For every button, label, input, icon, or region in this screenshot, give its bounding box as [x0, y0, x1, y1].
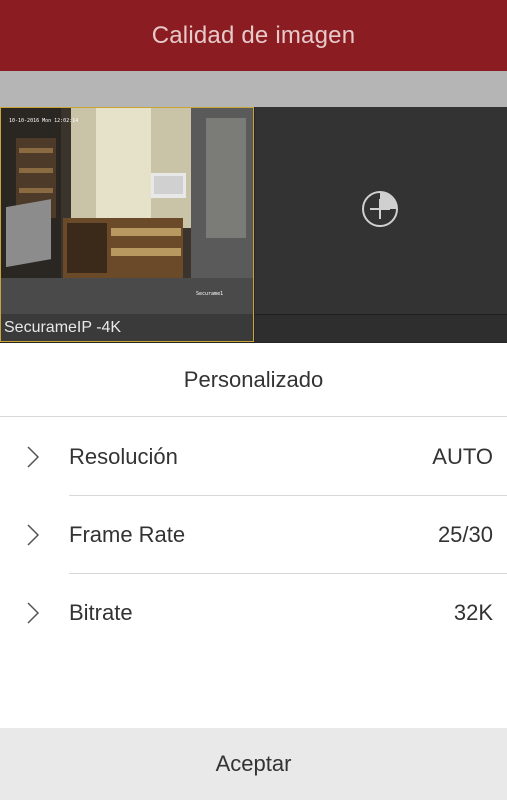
header-bar: Calidad de imagen	[0, 0, 507, 71]
camera-feed-image: 10-10-2016 Mon 12:02:14 Securame1	[1, 108, 253, 314]
svg-text:10-10-2016 Mon 12:02:14: 10-10-2016 Mon 12:02:14	[9, 118, 78, 124]
frame-rate-row[interactable]: Frame Rate 25/30	[0, 496, 507, 574]
camera-name-label: SecurameIP -4K	[4, 318, 122, 336]
resolution-label: Resolución	[69, 444, 178, 469]
camera-tile-empty[interactable]	[255, 107, 507, 342]
svg-text:Securame1: Securame1	[196, 291, 223, 297]
page-title: Calidad de imagen	[151, 21, 356, 49]
resolution-value: AUTO	[432, 444, 493, 469]
video-grid: 10-10-2016 Mon 12:02:14 Securame1 Secura…	[0, 107, 507, 343]
resolution-row[interactable]: Resolución AUTO	[0, 418, 507, 496]
chevron-right-icon	[27, 602, 40, 624]
camera-caption-bar: SecurameIP -4K	[1, 314, 253, 341]
camera-tile-selected[interactable]: 10-10-2016 Mon 12:02:14 Securame1 Secura…	[0, 107, 254, 342]
toolbar-band	[0, 71, 507, 107]
bitrate-value: 32K	[453, 600, 493, 625]
bitrate-row[interactable]: Bitrate 32K	[0, 574, 507, 652]
quality-preset-title: Personalizado	[0, 343, 507, 417]
bitrate-label: Bitrate	[69, 600, 133, 625]
empty-tile-bar	[255, 314, 507, 342]
accept-button[interactable]: Aceptar	[0, 728, 507, 800]
chevron-right-icon	[27, 446, 40, 468]
frame-rate-label: Frame Rate	[69, 522, 186, 547]
frame-rate-value: 25/30	[437, 522, 493, 547]
add-camera-icon[interactable]	[360, 189, 400, 229]
chevron-right-icon	[27, 524, 40, 546]
